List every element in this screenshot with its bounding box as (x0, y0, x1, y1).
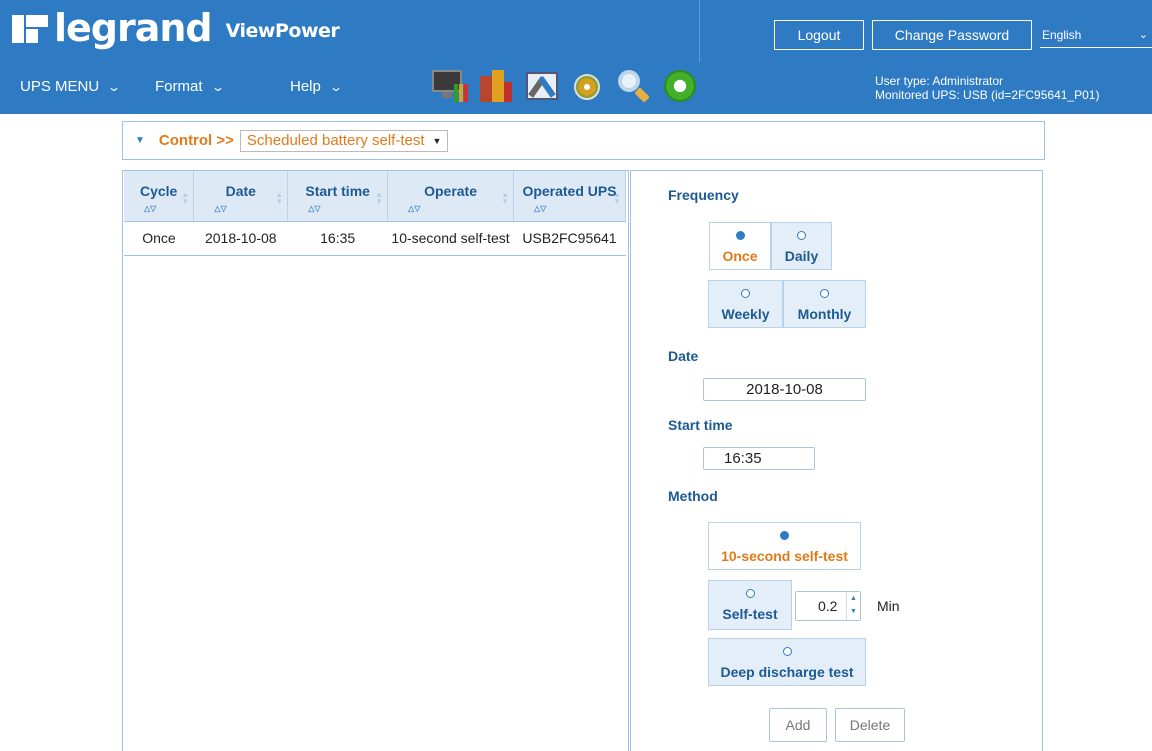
column-header-operated-ups[interactable]: Operated UPS △▽ ▲ ▼ (513, 171, 626, 222)
header-divider (699, 0, 700, 62)
sort-icon: ▲ ▼ (375, 190, 384, 206)
chevron-down-icon: ⌄ (1138, 29, 1148, 41)
schedule-table: Cycle △▽ ▲ ▼ Date △▽ ▲ ▼ Start time △▽ ▲ ▼ Operat… (124, 171, 626, 256)
radio-dot-icon (745, 589, 755, 598)
disc-icon[interactable] (570, 68, 606, 104)
method-self-test-radio[interactable]: Self-test (708, 580, 792, 630)
frequency-monthly-radio[interactable]: Monthly (783, 280, 866, 328)
sort-icon: ▲ ▼ (501, 190, 510, 206)
method-label: Method (668, 488, 718, 504)
control-page-value: Scheduled battery self-test (246, 131, 425, 149)
minutes-unit-label: Min (877, 598, 900, 614)
add-button[interactable]: Add (769, 708, 827, 742)
menu-help-label: Help (290, 78, 321, 95)
method-10-second-radio[interactable]: 10-second self-test (708, 522, 861, 570)
cell-date: 2018-10-08 (193, 221, 288, 256)
control-label: Control >> (158, 132, 234, 149)
legrand-logo-icon (12, 11, 48, 45)
sort-icon: ▲ ▼ (613, 190, 621, 206)
sort-icon: △▽ (534, 204, 547, 213)
dropdown-arrow-icon: ▼ (432, 135, 442, 146)
menu-format[interactable]: Format ⌄ (155, 78, 225, 95)
schedule-table-panel: Cycle △▽ ▲ ▼ Date △▽ ▲ ▼ Start time △▽ ▲ ▼ Operat… (122, 170, 629, 751)
language-select[interactable]: English ⌄ (1040, 24, 1152, 48)
delete-button[interactable]: Delete (835, 708, 905, 742)
table-header-row: Cycle △▽ ▲ ▼ Date △▽ ▲ ▼ Start time △▽ ▲ ▼ Operat… (124, 171, 626, 222)
legrand-logo: legrand ViewPower (12, 6, 340, 50)
sort-icon: △▽ (214, 204, 227, 213)
cell-operate: 10-second self-test (387, 221, 514, 256)
buildings-icon[interactable] (478, 68, 514, 104)
column-header-operate[interactable]: Operate △▽ ▲ ▼ (387, 171, 515, 222)
chevron-down-icon: ⌄ (328, 79, 343, 94)
control-breadcrumb: ▼ Control >> Scheduled battery self-test… (122, 121, 1045, 160)
stepper-down-icon[interactable]: ▼ (847, 605, 860, 618)
menu-format-label: Format (155, 78, 203, 95)
radio-dot-icon (820, 289, 829, 298)
radio-dot-icon (797, 231, 806, 240)
language-value: English (1042, 28, 1082, 42)
date-field[interactable]: 2018-10-08 (703, 378, 866, 401)
frequency-weekly-radio[interactable]: Weekly (708, 280, 783, 328)
cell-operated-ups: USB2FC95641 (513, 221, 626, 256)
sort-icon: △▽ (408, 204, 421, 213)
chevron-down-icon: ⌄ (107, 79, 122, 94)
change-password-button[interactable]: Change Password (872, 20, 1032, 50)
sort-icon: ▲ ▼ (181, 190, 190, 206)
collapse-caret-icon[interactable]: ▼ (135, 135, 145, 146)
app-header: legrand ViewPower Logout Change Password… (0, 0, 1152, 114)
toolbar (432, 68, 698, 104)
radio-dot-icon (741, 289, 750, 298)
logout-button[interactable]: Logout (774, 20, 864, 50)
sort-icon: △▽ (144, 204, 157, 213)
logo-text: legrand (54, 6, 213, 50)
menu-ups-label: UPS MENU (20, 78, 100, 95)
user-info: User type: Administrator Monitored UPS: … (875, 74, 1099, 102)
self-test-minutes-field[interactable]: 0.2 ▲ ▼ (795, 591, 861, 621)
radio-dot-icon (735, 231, 745, 240)
menu-ups[interactable]: UPS MENU ⌄ (20, 78, 122, 95)
radio-dot-icon (782, 647, 792, 656)
frequency-daily-radio[interactable]: Daily (771, 222, 832, 270)
menu-help[interactable]: Help ⌄ (290, 78, 343, 95)
minutes-stepper[interactable]: ▲ ▼ (846, 592, 860, 620)
control-page-select[interactable]: Scheduled battery self-test ▼ (239, 129, 449, 152)
user-type: User type: Administrator (875, 74, 1004, 88)
column-header-date[interactable]: Date △▽ ▲ ▼ (193, 171, 289, 222)
frequency-label: Frequency (668, 187, 739, 203)
radio-dot-icon (780, 531, 789, 540)
monitored-ups: Monitored UPS: USB (id=2FC95641_P01) (875, 88, 1100, 102)
chevron-down-icon: ⌄ (210, 79, 225, 94)
schedule-form-panel: Frequency Once Daily Weekly Monthly Date… (630, 170, 1043, 751)
app-title: ViewPower (225, 20, 340, 42)
start-time-field[interactable]: 16:35 (703, 447, 815, 470)
date-label: Date (668, 348, 699, 364)
start-time-label: Start time (668, 417, 733, 433)
cell-start-time: 16:35 (287, 221, 388, 256)
monitor-chart-icon[interactable] (432, 68, 468, 104)
cell-cycle: Once (124, 221, 194, 256)
stepper-up-icon[interactable]: ▲ (847, 592, 860, 605)
sort-icon: △▽ (308, 204, 321, 213)
frequency-once-radio[interactable]: Once (709, 222, 771, 270)
tools-icon[interactable] (524, 68, 560, 104)
column-header-start-time[interactable]: Start time △▽ ▲ ▼ (287, 171, 389, 222)
refresh-icon[interactable] (662, 68, 698, 104)
search-icon[interactable] (616, 68, 652, 104)
method-deep-discharge-radio[interactable]: Deep discharge test (708, 638, 866, 686)
column-header-cycle[interactable]: Cycle △▽ ▲ ▼ (124, 171, 195, 222)
sort-icon: ▲ ▼ (275, 190, 284, 206)
minutes-value: 0.2 (818, 598, 838, 614)
table-row[interactable]: Once 2018-10-08 16:35 10-second self-tes… (124, 221, 626, 256)
